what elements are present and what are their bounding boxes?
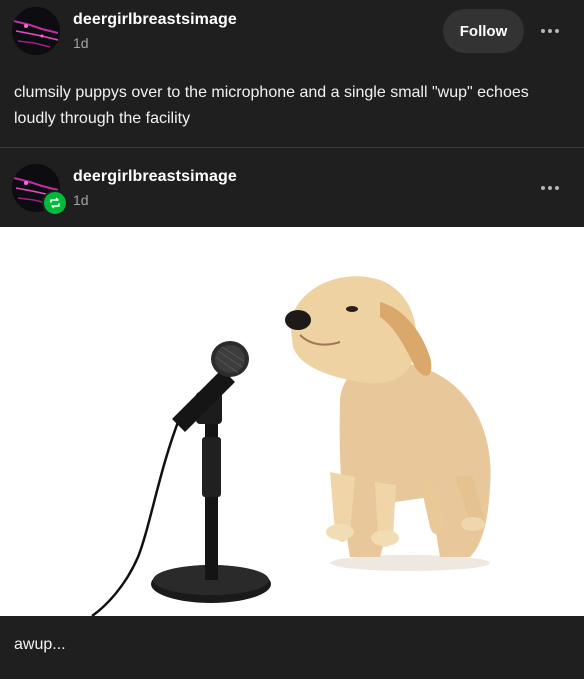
reblog-more-icon[interactable]	[538, 184, 562, 192]
more-icon[interactable]	[538, 27, 562, 35]
reblog-username[interactable]: deergirlbreastsimage	[73, 168, 237, 186]
post-image[interactable]	[0, 227, 584, 618]
divider	[0, 147, 584, 148]
reblog-time[interactable]: 1d	[73, 192, 89, 208]
follow-button[interactable]: Follow	[443, 9, 524, 53]
post-username[interactable]: deergirlbreastsimage	[73, 11, 237, 29]
post-header: deergirlbreastsimage 1d Follow clumsily …	[0, 0, 584, 148]
post-text: clumsily puppys over to the microphone a…	[14, 84, 529, 127]
avatar[interactable]	[12, 7, 60, 55]
post-time[interactable]: 1d	[73, 35, 89, 51]
reblog-caption: awup...	[14, 636, 66, 653]
reblog-icon	[42, 190, 68, 216]
